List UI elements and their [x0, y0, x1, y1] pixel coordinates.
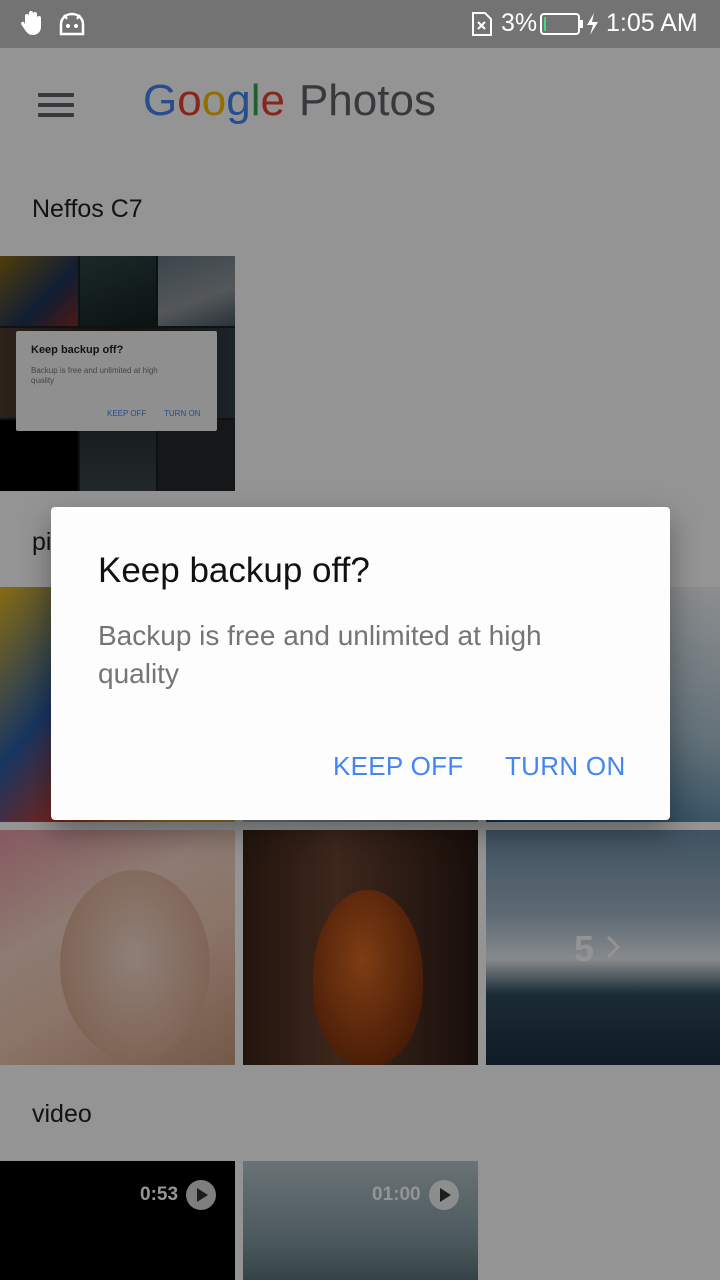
no-sim-icon [472, 12, 492, 36]
dialog-message: Backup is free and unlimited at high qua… [98, 620, 542, 689]
android-debug-icon [59, 12, 85, 36]
keep-backup-off-dialog: Keep backup off? Backup is free and unli… [51, 507, 670, 820]
battery-percent: 3% [501, 9, 538, 37]
battery-charging-icon [540, 13, 598, 35]
dialog-title: Keep backup off? [98, 551, 370, 590]
status-bar: 3% 1:05 AM [0, 0, 720, 48]
keep-off-button[interactable]: KEEP OFF [333, 751, 464, 782]
turn-on-button[interactable]: TURN ON [505, 751, 626, 782]
hand-icon [20, 11, 41, 35]
clock: 1:05 AM [606, 9, 698, 37]
